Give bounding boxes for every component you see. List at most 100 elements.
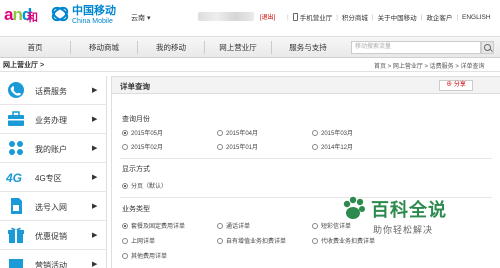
sidebar-item-label: 营销活动: [35, 261, 67, 268]
month-label: 2015年04月: [226, 131, 259, 137]
sidebar-item-4g[interactable]: 4G 4G专区 ▶: [0, 163, 107, 192]
blurred-username: [198, 12, 254, 21]
china-mobile-logo-icon[interactable]: [51, 5, 69, 23]
radio-selected-icon: [122, 183, 128, 189]
brand-name-cn: 中国移动: [72, 4, 116, 17]
month-radio[interactable]: 2015年02月: [122, 142, 163, 151]
section-heading: 网上营业厅 >: [3, 62, 45, 69]
sidebar-item-number-select[interactable]: 选号入网 ▶: [0, 192, 107, 221]
sidebar-item-label: 我的账户: [35, 145, 67, 154]
sidebar-item-promotions[interactable]: 优惠促销 ▶: [0, 221, 107, 250]
brand-name-en: China Mobile: [72, 18, 113, 25]
sidebar-item-business[interactable]: 业务办理 ▶: [0, 105, 107, 134]
watermark: 百科全说 助你轻松解决: [341, 196, 453, 244]
and-logo-he: 和: [27, 11, 38, 24]
watermark-subtitle: 助你轻松解决: [373, 226, 434, 236]
chevron-right-icon: ▶: [92, 261, 98, 268]
type-label: 其他费用详单: [131, 254, 168, 260]
sidebar-item-label: 话费服务: [35, 87, 67, 96]
month-label: 2015年03月: [321, 131, 354, 137]
briefcase-icon: [8, 111, 24, 126]
type-radio[interactable]: 其他费用详单: [122, 251, 167, 260]
month-radio[interactable]: 2015年05月: [122, 128, 163, 137]
month-radio[interactable]: 2015年03月: [312, 128, 353, 137]
panel-title: 详单查询: [120, 82, 150, 91]
sidebar-item-label: 4G专区: [35, 174, 62, 183]
watermark-title: 百科全说: [371, 200, 447, 221]
display-mode-radio[interactable]: 分页（默认）: [122, 181, 167, 190]
chevron-right-icon: ▶: [92, 116, 98, 123]
sidebar-item-fee-service[interactable]: 话费服务 ▶: [0, 76, 107, 105]
type-label: 自有增值业务扣费详单: [226, 239, 287, 245]
sidebar-item-label: 选号入网: [35, 203, 67, 212]
link-enterprise[interactable]: 政企客户: [426, 12, 452, 22]
promotion-icon: [9, 259, 23, 268]
nav-home[interactable]: 首页: [0, 37, 70, 58]
nav-my-mobile[interactable]: 我的移动: [138, 37, 204, 58]
radio-icon: [122, 238, 128, 244]
sidebar-item-account[interactable]: 我的账户 ▶: [0, 134, 107, 163]
radio-icon: [122, 144, 128, 150]
month-radio[interactable]: 2015年01月: [217, 142, 258, 151]
divider: |: [287, 13, 289, 21]
breadcrumb[interactable]: 首页 > 网上营业厅 > 话费服务 > 详单查询: [374, 61, 485, 70]
month-radio[interactable]: 2015年04月: [217, 128, 258, 137]
month-label: 2015年05月: [131, 131, 164, 137]
display-mode-label: 分页（默认）: [131, 184, 168, 190]
link-english[interactable]: ENGLISH: [462, 14, 491, 21]
sidebar-item-marketing[interactable]: 营销活动 ▶: [0, 250, 107, 268]
phone-fee-icon: [8, 82, 24, 98]
type-radio[interactable]: 通话详单: [217, 221, 250, 230]
radio-icon: [217, 223, 223, 229]
panel-header: 详单查询 ⊕ 分享: [112, 77, 500, 94]
nav-service-support[interactable]: 服务与支持: [272, 37, 344, 58]
share-button[interactable]: ⊕ 分享: [439, 80, 473, 91]
type-section-title: 业务类型: [122, 206, 150, 213]
month-label: 2015年01月: [226, 145, 259, 151]
month-radio[interactable]: 2014年12月: [312, 142, 353, 151]
type-label: 上网详单: [131, 239, 156, 245]
nav-online-hall[interactable]: 网上营业厅: [205, 37, 271, 58]
region-selector[interactable]: 云南 ▾: [131, 13, 150, 23]
divider: |: [371, 13, 374, 21]
sidebar: 话费服务 ▶ 业务办理 ▶ 我的账户 ▶ 4G 4G专区 ▶ 选号入网 ▶ 优惠…: [0, 76, 107, 268]
month-section-title: 查询月份: [122, 116, 150, 123]
radio-icon: [312, 130, 318, 136]
type-radio[interactable]: 上网详单: [122, 236, 155, 245]
chevron-right-icon: ▶: [92, 145, 98, 152]
svg-text:4G: 4G: [6, 171, 22, 185]
type-label: 通话详单: [226, 224, 251, 230]
link-points-mall[interactable]: 积分商城: [342, 12, 368, 22]
top-links: | 手机营业厅 | 积分商城 | 关于中国移动 | 政企客户 | ENGLISH: [283, 12, 491, 22]
radio-icon: [217, 144, 223, 150]
nav-mall[interactable]: 移动商城: [71, 37, 137, 58]
main-nav: 首页 移动商城 我的移动 网上营业厅 服务与支持 移动搜索流量: [0, 36, 500, 58]
sim-card-icon: [11, 198, 22, 214]
top-header: and 和 中国移动 China Mobile 云南 ▾ [退出] | 手机营业…: [0, 0, 500, 34]
share-label: 分享: [453, 82, 466, 88]
link-about[interactable]: 关于中国移动: [378, 12, 417, 22]
divider: [120, 158, 492, 159]
radio-icon: [312, 144, 318, 150]
radio-icon: [312, 238, 318, 244]
chevron-right-icon: ▶: [92, 203, 98, 210]
radio-icon: [217, 238, 223, 244]
radio-icon: [122, 253, 128, 259]
radio-icon: [312, 223, 318, 229]
sidebar-item-label: 业务办理: [35, 116, 67, 125]
type-radio[interactable]: 自有增值业务扣费详单: [217, 236, 286, 245]
chevron-down-icon: ▾: [146, 15, 151, 22]
account-icon: [9, 141, 23, 155]
type-radio[interactable]: 套餐及固定费用详单: [122, 221, 185, 230]
month-label: 2015年02月: [131, 145, 164, 151]
search-input[interactable]: 移动搜索流量: [351, 41, 481, 54]
logout-link[interactable]: [退出]: [260, 12, 275, 21]
chevron-right-icon: ▶: [92, 87, 98, 94]
sidebar-item-label: 优惠促销: [35, 232, 67, 241]
mobile-phone-icon: [292, 13, 298, 21]
radio-selected-icon: [122, 223, 128, 229]
radio-selected-icon: [122, 130, 128, 136]
display-section-title: 显示方式: [122, 166, 150, 173]
link-mobile-hall[interactable]: 手机营业厅: [300, 12, 333, 22]
search-icon[interactable]: [481, 41, 494, 54]
